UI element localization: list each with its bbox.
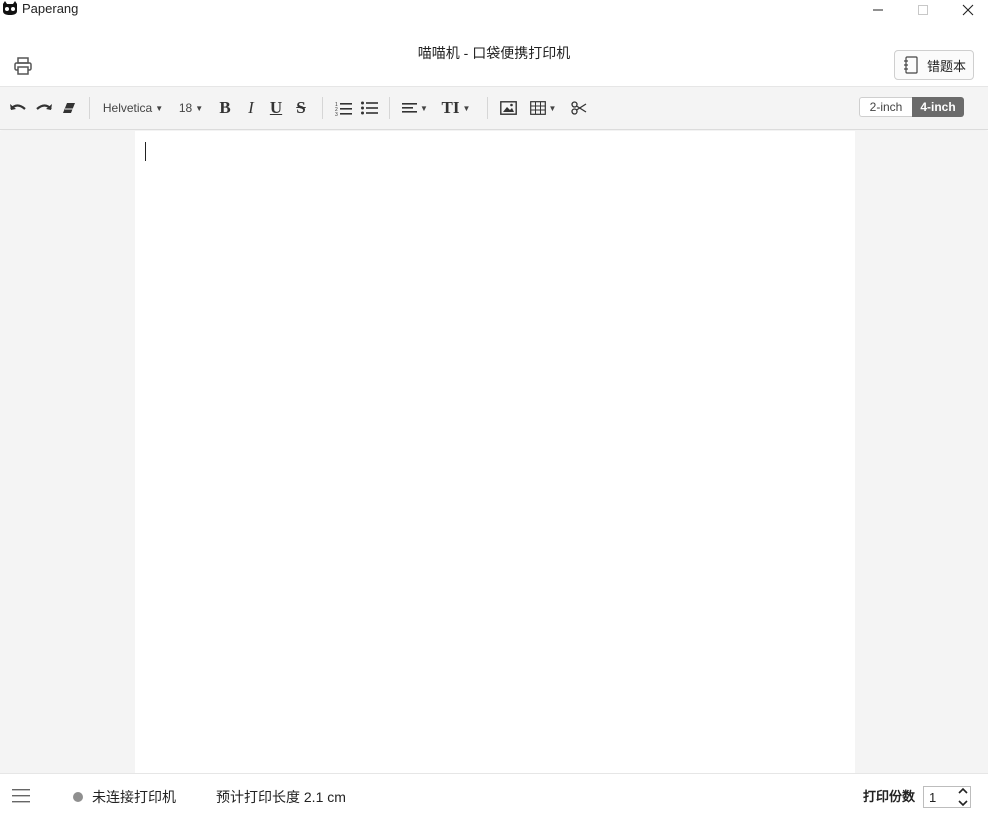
maximize-button[interactable] <box>900 0 946 20</box>
maximize-icon <box>918 5 928 15</box>
text-cursor <box>145 142 146 161</box>
italic-icon: I <box>248 98 254 117</box>
undo-button[interactable] <box>8 98 28 118</box>
mistake-notebook-button[interactable]: 错题本 <box>894 50 974 80</box>
redo-button[interactable] <box>34 98 54 118</box>
underline-button[interactable]: U <box>266 98 286 118</box>
toolbar-divider <box>89 97 90 119</box>
font-family-dropdown[interactable]: Helvetica ▼ <box>102 98 164 118</box>
strikethrough-icon: S <box>296 98 306 117</box>
font-size-dropdown[interactable]: 18 ▼ <box>177 98 205 118</box>
eraser-icon <box>63 103 75 113</box>
bold-button[interactable]: B <box>216 98 234 118</box>
image-icon <box>499 101 517 115</box>
cut-button[interactable] <box>569 98 589 118</box>
menu-icon[interactable] <box>12 788 32 804</box>
caret-down-icon: ▼ <box>195 103 204 113</box>
unordered-list-icon <box>360 101 378 115</box>
toolbar-divider <box>389 97 390 119</box>
table-icon <box>529 101 546 115</box>
copies-stepper[interactable] <box>956 787 970 807</box>
minimize-icon <box>873 9 883 11</box>
redo-icon <box>36 104 52 110</box>
underline-icon: U <box>269 98 283 117</box>
align-icon <box>402 103 418 113</box>
font-size-value: 18 <box>178 101 193 115</box>
app-header: 喵喵机 - 口袋便携打印机 错题本 <box>0 20 988 87</box>
ordered-list-icon: 1 2 3 <box>335 102 352 116</box>
clear-format-button[interactable] <box>60 98 78 118</box>
insert-image-button[interactable] <box>498 98 518 118</box>
chevron-up-icon[interactable] <box>958 787 968 795</box>
status-bar: 未连接打印机 预计打印长度 2.1 cm 打印份数 <box>0 773 988 813</box>
close-button[interactable] <box>945 0 988 20</box>
connection-status-dot <box>73 792 83 802</box>
paper-size-4inch[interactable]: 4-inch <box>912 97 964 117</box>
print-length-estimate: 预计打印长度 2.1 cm <box>216 789 346 805</box>
svg-text:3: 3 <box>335 112 338 116</box>
notebook-icon <box>904 56 918 74</box>
minimize-button[interactable] <box>855 0 901 20</box>
scissors-icon <box>571 101 587 115</box>
text-height-dropdown[interactable]: TI ▼ <box>440 98 472 118</box>
caret-down-icon: ▼ <box>420 103 428 113</box>
caret-down-icon: ▼ <box>462 103 471 113</box>
ordered-list-button[interactable]: 1 2 3 <box>333 98 353 118</box>
mistake-notebook-label: 错题本 <box>927 58 967 74</box>
strikethrough-button[interactable]: S <box>291 98 311 118</box>
caret-down-icon: ▼ <box>155 103 164 113</box>
unordered-list-button[interactable] <box>359 98 379 118</box>
copies-label: 打印份数 <box>863 789 916 804</box>
document-page[interactable] <box>135 131 855 773</box>
chevron-down-icon[interactable] <box>958 799 968 807</box>
app-logo-icon <box>3 1 17 15</box>
close-icon <box>962 4 974 16</box>
toolbar-divider <box>322 97 323 119</box>
toolbar-divider <box>487 97 488 119</box>
italic-button[interactable]: I <box>242 98 260 118</box>
paper-size-2inch[interactable]: 2-inch <box>859 97 912 117</box>
app-title: Paperang <box>22 1 79 16</box>
undo-icon <box>10 104 26 110</box>
editor-toolbar: Helvetica ▼ 18 ▼ B I U S 1 2 3 ▼ TI ▼ ▼ … <box>0 87 988 130</box>
align-dropdown[interactable]: ▼ <box>401 98 429 118</box>
caret-down-icon: ▼ <box>548 103 557 113</box>
text-height-icon: TI <box>441 98 460 117</box>
connection-status-text: 未连接打印机 <box>92 789 176 805</box>
insert-table-dropdown[interactable]: ▼ <box>528 98 558 118</box>
font-family-value: Helvetica <box>102 101 153 115</box>
page-title: 喵喵机 - 口袋便携打印机 <box>417 45 571 61</box>
bold-icon: B <box>219 98 231 117</box>
window-titlebar: Paperang <box>0 0 988 20</box>
